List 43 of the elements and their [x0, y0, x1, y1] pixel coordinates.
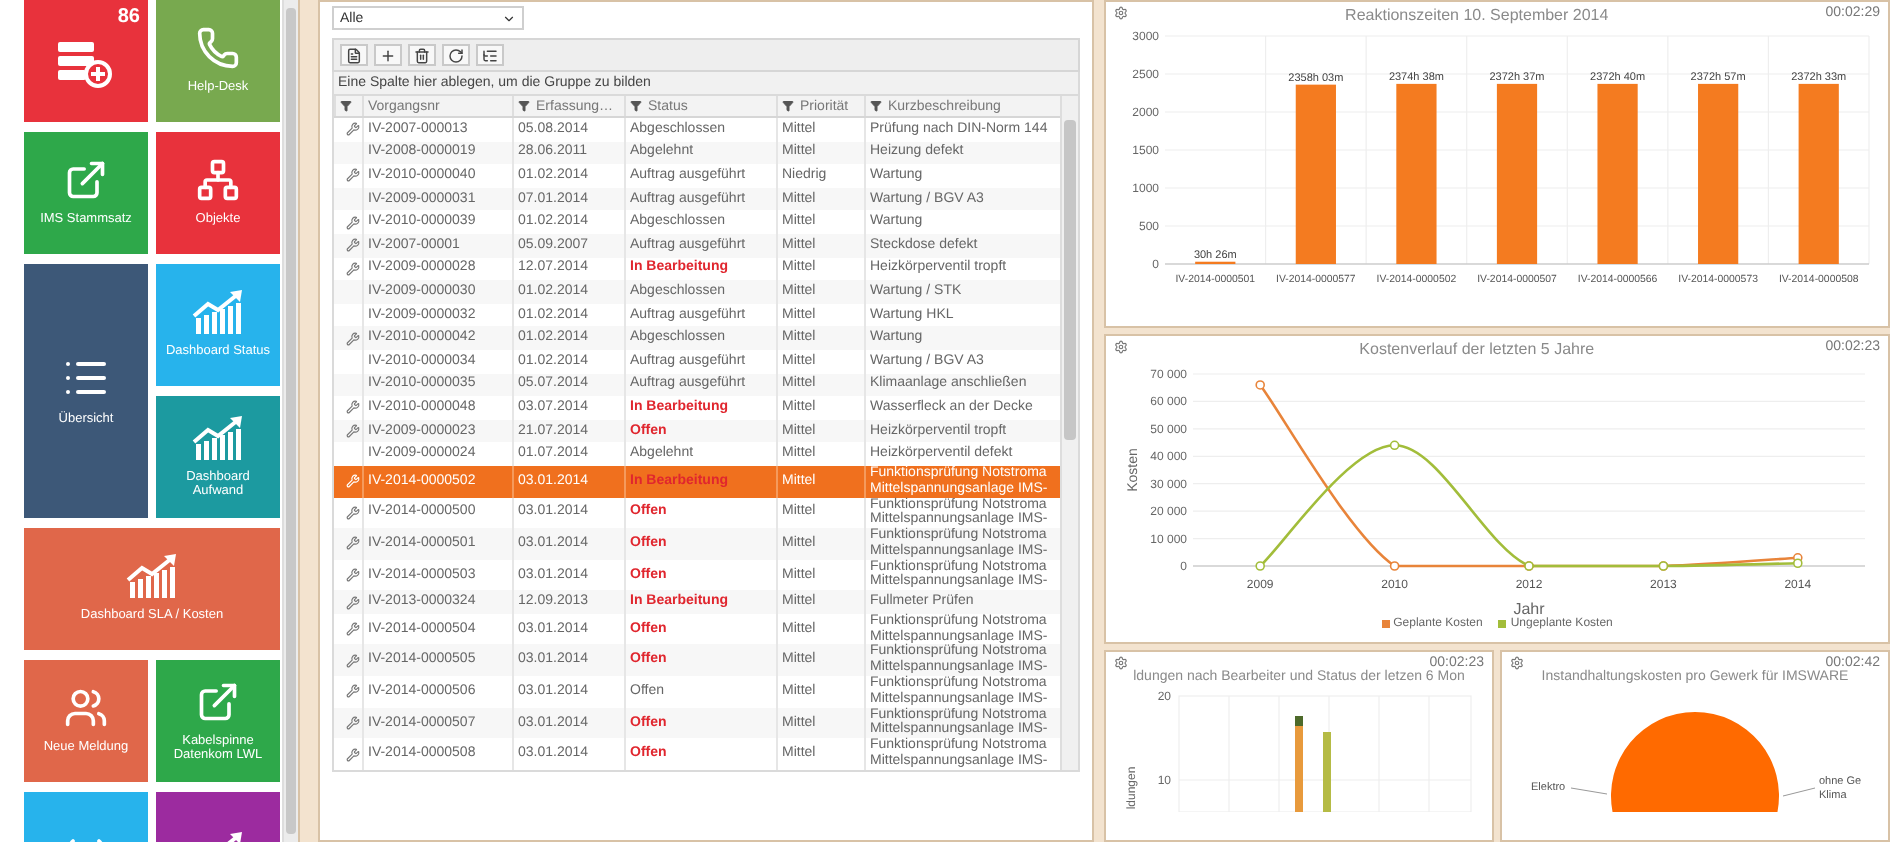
legend-swatch — [1381, 620, 1390, 628]
settings-icon[interactable] — [1114, 6, 1128, 20]
legend-swatch — [1498, 620, 1507, 628]
toolbar-button[interactable] — [374, 44, 402, 66]
data-point — [1389, 561, 1400, 571]
toolbar-button[interactable] — [442, 44, 470, 66]
settings-icon[interactable] — [1114, 340, 1128, 354]
toolbar-button[interactable] — [476, 44, 504, 66]
caret-icon — [502, 11, 516, 25]
chart-title: Kostenverlauf der letzten 5 Jahre — [1359, 340, 1595, 358]
count-label: 86 — [117, 6, 140, 28]
filter-icon — [870, 100, 882, 112]
plus-icon — [380, 47, 396, 63]
chart-icon — [192, 415, 244, 460]
leader-line — [1570, 787, 1608, 795]
external-link-icon — [196, 679, 240, 724]
data-point — [1389, 440, 1400, 451]
axis-title: Jahr — [1513, 600, 1545, 618]
tree-icon — [482, 47, 498, 63]
chart-icon — [126, 554, 178, 599]
data-point — [1255, 380, 1265, 390]
settings-icon[interactable] — [1510, 656, 1524, 670]
scrollbar-thumb[interactable] — [286, 8, 296, 834]
filter-icon — [518, 100, 530, 112]
filter-icon — [782, 100, 794, 112]
hierarchy-icon — [196, 158, 240, 203]
settings-icon[interactable] — [1114, 656, 1128, 670]
toolbar-button[interactable] — [340, 44, 368, 66]
phone-icon — [196, 26, 240, 71]
data-point — [1255, 561, 1265, 571]
scrollbar-thumb[interactable] — [1064, 120, 1076, 440]
refresh-icon — [448, 47, 464, 63]
filter-icon — [630, 100, 642, 112]
people-icon — [64, 686, 108, 731]
leader-line — [1782, 787, 1816, 797]
document-icon — [346, 47, 362, 63]
external-link-icon — [64, 158, 108, 203]
toolbar-button[interactable] — [408, 44, 436, 66]
trash-icon — [414, 47, 430, 63]
filter-icon — [340, 100, 352, 112]
chart-title: Reaktionszeiten 10. September 2014 — [1345, 6, 1609, 24]
chart-icon — [192, 290, 244, 335]
app-tile[interactable]: 86 — [24, 0, 148, 122]
